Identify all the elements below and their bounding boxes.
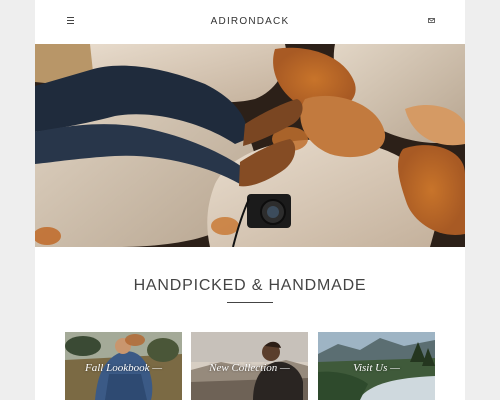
heading-underline <box>227 302 273 303</box>
hero-image <box>35 44 465 247</box>
card-label[interactable]: Fall Lookbook — <box>65 362 182 374</box>
card-label[interactable]: New Collection — <box>191 362 308 374</box>
section-heading: HANDPICKED & HANDMADE <box>133 277 367 294</box>
card-new-collection[interactable]: New Collection — <box>191 332 308 400</box>
card-fall-lookbook[interactable]: Fall Lookbook — <box>65 332 182 400</box>
hero-photo <box>35 44 465 247</box>
brand-logo[interactable]: ADIRONDACK <box>35 16 465 27</box>
card-label[interactable]: Visit Us — <box>318 362 435 374</box>
card-visit-us[interactable]: Visit Us — <box>318 332 435 400</box>
mail-icon[interactable] <box>428 18 435 23</box>
site-header: ADIRONDACK <box>35 0 465 44</box>
page-container: ADIRONDACK HANDPICKED & HANDMADE Fall Lo… <box>35 0 465 400</box>
